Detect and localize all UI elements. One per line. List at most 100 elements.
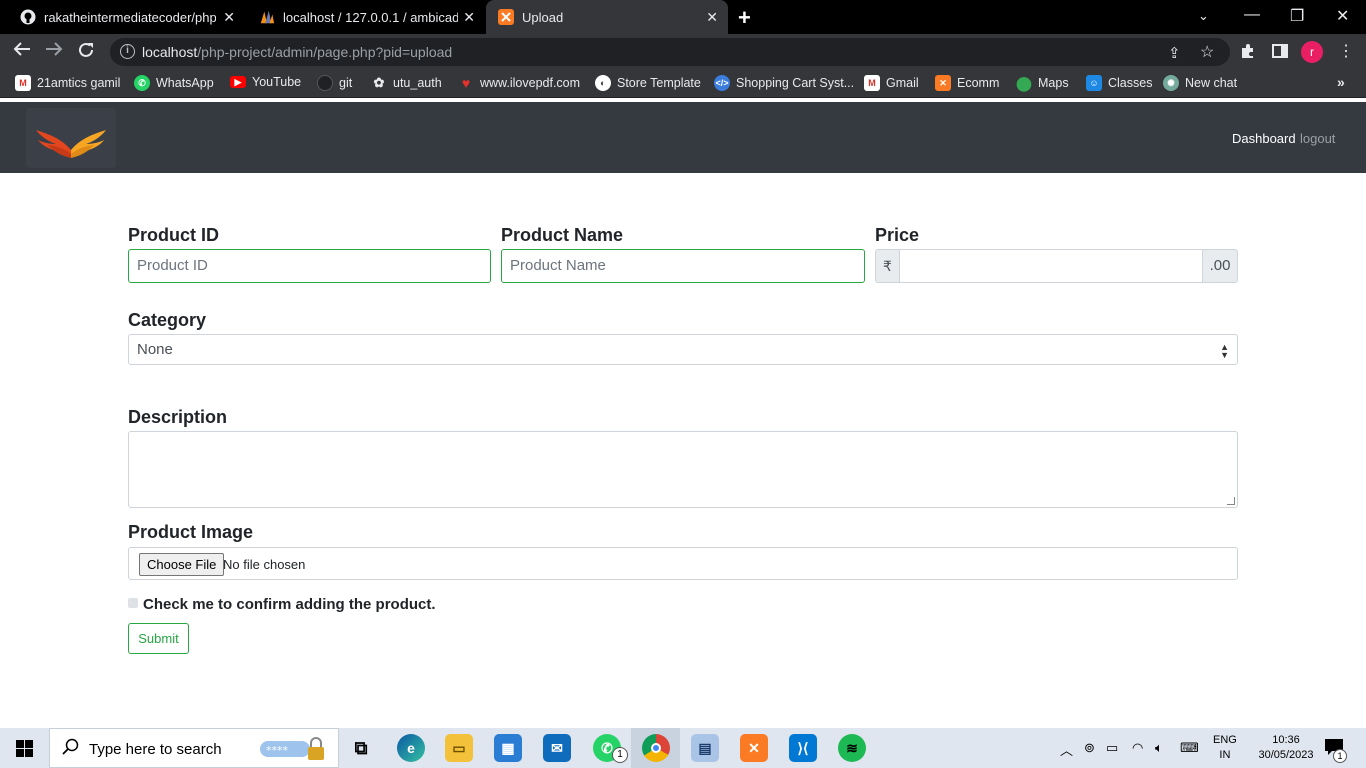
tab-title: Upload — [522, 9, 564, 25]
confirm-checkbox[interactable] — [128, 598, 138, 608]
language-indicator[interactable]: ENG IN — [1213, 733, 1237, 763]
close-icon[interactable]: ✕ — [706, 9, 718, 26]
wifi-icon[interactable]: ◠ — [1132, 740, 1143, 756]
openai-icon: ✺ — [1163, 75, 1179, 91]
bookmark-whatsapp[interactable]: ✆ WhatsApp — [134, 75, 214, 91]
classroom-icon: ☺ — [1086, 75, 1102, 91]
address-bar[interactable]: i localhost/php-project/admin/page.php?p… — [110, 38, 1230, 66]
restore-icon[interactable]: ❐ — [1290, 6, 1304, 26]
bookmark-star-icon[interactable]: ☆ — [1200, 42, 1214, 62]
task-view-icon[interactable]: ⧉ — [347, 734, 375, 762]
url-path: /php-project/admin/page.php?pid=upload — [197, 44, 453, 60]
meet-now-icon[interactable]: ⊚ — [1084, 740, 1095, 756]
side-panel-icon[interactable] — [1272, 43, 1288, 63]
close-icon[interactable]: ✕ — [463, 9, 475, 26]
forward-icon[interactable] — [45, 41, 63, 62]
product-id-label: Product ID — [128, 225, 220, 245]
bookmark-git[interactable]: git — [317, 75, 352, 91]
category-select[interactable]: None ▲ ▼ — [128, 334, 1238, 365]
notifications-badge: 1 — [1333, 749, 1347, 763]
maps-icon: ⬤ — [1016, 74, 1032, 91]
search-icon — [62, 738, 80, 761]
bookmark-shopping-cart[interactable]: </> Shopping Cart Syst... — [714, 75, 854, 91]
bookmark-label: www.ilovepdf.com — [480, 76, 581, 90]
vscode-icon[interactable]: ⟩⟨ — [789, 734, 817, 762]
price-input[interactable] — [899, 249, 1203, 283]
more-bookmarks-icon[interactable]: » — [1337, 74, 1345, 90]
bookmark-store-template[interactable]: ◐ Store Template — [595, 75, 701, 91]
url-text: localhost/php-project/admin/page.php?pid… — [142, 44, 452, 60]
microsoft-store-icon[interactable]: ▦ — [494, 734, 522, 762]
bookmark-label: 21amtics gamil — [37, 76, 121, 90]
tab-title: localhost / 127.0.0.1 / ambicadb / — [283, 9, 458, 25]
bookmark-label: Gmail — [886, 76, 919, 90]
browser-toolbar: i localhost/php-project/admin/page.php?p… — [0, 34, 1366, 70]
select-arrows-icon: ▲ ▼ — [1220, 342, 1229, 360]
category-label: Category — [128, 310, 207, 330]
file-explorer-icon[interactable]: ▭ — [445, 734, 473, 762]
new-tab-button[interactable]: + — [738, 5, 751, 31]
xampp-taskbar-icon[interactable]: ✕ — [740, 734, 768, 762]
description-textarea[interactable] — [128, 431, 1238, 508]
chrome-icon[interactable] — [642, 734, 670, 762]
nav-logout-link[interactable]: logout — [1300, 131, 1335, 146]
utu-icon: ✿ — [373, 75, 385, 90]
whatsapp-icon: ✆ — [134, 75, 150, 91]
url-host: localhost — [142, 44, 198, 60]
windows-start-icon[interactable] — [16, 740, 33, 757]
browser-tab-strip: rakatheintermediatecoder/php-p ✕ localho… — [0, 0, 1366, 34]
battery-icon[interactable]: ▭ — [1106, 740, 1118, 756]
clock[interactable]: 10:36 30/05/2023 — [1258, 733, 1314, 763]
brand-logo[interactable] — [26, 108, 116, 168]
close-window-icon[interactable]: ✕ — [1336, 6, 1349, 26]
choose-file-button[interactable]: Choose File — [139, 553, 225, 576]
github-icon — [20, 9, 36, 25]
xampp-icon: ✕ — [935, 75, 951, 91]
taskbar-search-box[interactable]: Type here to search **** — [49, 728, 339, 768]
nav-dashboard-link[interactable]: Dashboard — [1232, 131, 1296, 146]
gmail-icon: M — [864, 75, 880, 91]
show-hidden-icons[interactable]: ︿ — [1060, 740, 1073, 759]
close-icon[interactable]: ✕ — [223, 9, 235, 26]
back-icon[interactable] — [13, 41, 31, 62]
bookmark-21amtics[interactable]: M 21amtics gamil — [15, 75, 120, 91]
ilovepdf-icon: ♥ — [461, 75, 471, 91]
clock-time: 10:36 — [1272, 734, 1300, 746]
bookmark-label: Classes — [1108, 76, 1153, 90]
product-name-input[interactable]: Product Name — [501, 249, 865, 283]
edge-icon[interactable]: e — [397, 734, 425, 762]
keyboard-icon[interactable]: ⌨︎ — [1180, 740, 1199, 756]
spotify-icon[interactable]: ≋ — [838, 734, 866, 762]
site-info-icon[interactable]: i — [120, 44, 135, 59]
phpmyadmin-icon — [259, 9, 275, 25]
bookmark-classes[interactable]: ☺ Classes — [1086, 75, 1152, 91]
tab-phpmyadmin[interactable]: localhost / 127.0.0.1 / ambicadb / ✕ — [245, 0, 485, 34]
resize-grip-icon[interactable] — [1227, 497, 1235, 505]
profile-avatar[interactable]: r — [1301, 41, 1323, 63]
product-image-file-input: Choose File No file chosen — [128, 547, 1238, 580]
bookmark-youtube[interactable]: ▶ YouTube — [230, 75, 301, 89]
tab-search-icon[interactable]: ⌄ — [1198, 8, 1209, 24]
bookmark-utu-auth[interactable]: ✿ utu_auth — [371, 75, 442, 91]
menu-icon[interactable]: ⋮ — [1338, 41, 1354, 61]
bookmark-ilovepdf[interactable]: ♥ www.ilovepdf.com — [458, 75, 580, 91]
network-app-icon[interactable]: ▤ — [691, 734, 719, 762]
tab-github[interactable]: rakatheintermediatecoder/php-p ✕ — [0, 0, 245, 34]
bookmark-maps[interactable]: ⬤ Maps — [1016, 74, 1068, 91]
bookmark-label: New chat — [1185, 76, 1238, 90]
tab-title: rakatheintermediatecoder/php-p — [44, 9, 216, 25]
minimize-icon[interactable]: — — [1244, 6, 1260, 24]
confirm-checkbox-label[interactable]: Check me to confirm adding the product. — [143, 596, 436, 613]
bookmark-gmail[interactable]: M Gmail — [864, 75, 919, 91]
submit-button[interactable]: Submit — [128, 623, 189, 654]
volume-icon[interactable]: 🔈︎ — [1155, 740, 1163, 756]
mail-icon[interactable]: ✉ — [543, 734, 571, 762]
extensions-icon[interactable] — [1240, 43, 1256, 63]
share-icon[interactable]: ⇪ — [1168, 44, 1181, 62]
bookmark-ecomm[interactable]: ✕ Ecomm — [935, 75, 999, 91]
tab-upload[interactable]: Upload ✕ — [486, 0, 728, 34]
category-selected-value: None — [137, 341, 173, 358]
bookmark-new-chat[interactable]: ✺ New chat — [1163, 75, 1237, 91]
product-id-input[interactable]: Product ID — [128, 249, 491, 283]
reload-icon[interactable] — [77, 41, 95, 64]
